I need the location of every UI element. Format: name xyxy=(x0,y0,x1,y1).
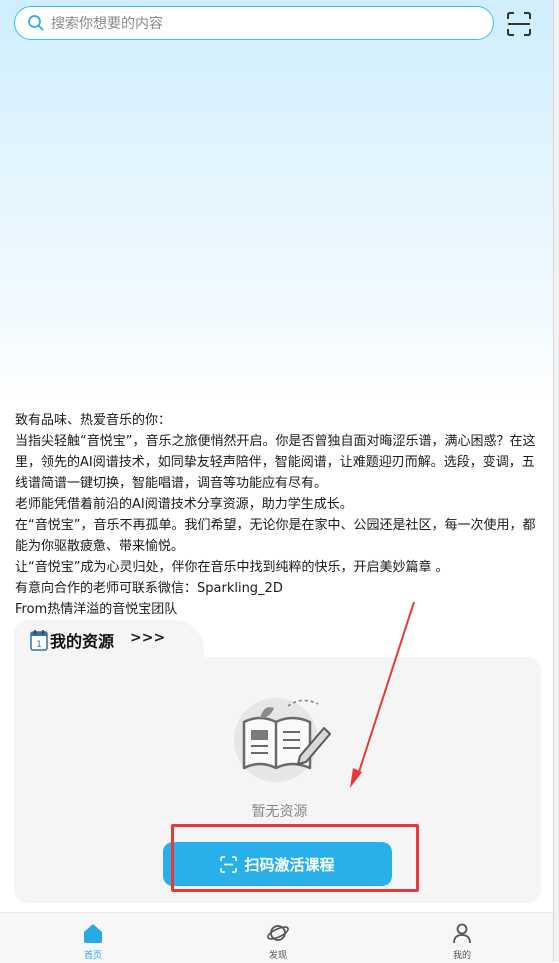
scan-icon[interactable] xyxy=(506,11,532,37)
intro-line: 当指尖轻触“音悦宝”，音乐之旅便悄然开启。你是否曾独自面对晦涩乐谱，满心困惑？在… xyxy=(15,434,536,491)
intro-line: 致有品味、热爱音乐的你： xyxy=(15,413,172,428)
intro-line: 让“音悦宝”成为心灵归处，伴你在音乐中找到纯粹的快乐，开启美妙篇章 。 xyxy=(15,560,449,575)
resources-more-link[interactable]: >>> xyxy=(130,630,165,646)
planet-icon xyxy=(267,925,289,941)
tab-mine[interactable]: 我的 xyxy=(422,913,502,963)
tab-home-label: 首页 xyxy=(83,951,102,961)
home-icon xyxy=(84,924,102,943)
tab-mine-label: 我的 xyxy=(452,951,471,961)
search-input[interactable] xyxy=(49,9,483,38)
resources-title: 我的资源 xyxy=(50,632,115,651)
search-bar[interactable] xyxy=(14,6,494,40)
tab-discover-label: 发现 xyxy=(268,951,287,961)
annotation-arrow xyxy=(350,601,415,788)
intro-line: From热情洋溢的音悦宝团队 xyxy=(15,602,178,617)
intro-text: 致有品味、热爱音乐的你： 当指尖轻触“音悦宝”，音乐之旅便悄然开启。你是否曾独自… xyxy=(15,410,545,620)
user-icon xyxy=(453,923,471,944)
annotation-highlight-box xyxy=(171,824,419,892)
empty-state-text: 暂无资源 xyxy=(251,804,308,820)
intro-line: 有意向合作的老师可联系微信：Sparkling_2D xyxy=(15,581,283,596)
intro-line: 在“音悦宝”，音乐不再孤单。我们希望，无论你是在家中、公园还是社区，每一次使用，… xyxy=(15,518,536,554)
svg-text:1: 1 xyxy=(36,640,42,650)
tab-discover[interactable]: 发现 xyxy=(238,913,318,963)
calendar-icon: 1 xyxy=(30,630,48,651)
search-icon xyxy=(28,15,44,31)
empty-book-icon xyxy=(234,698,331,782)
tab-home[interactable]: 首页 xyxy=(53,913,133,963)
intro-line: 老师能凭借着前沿的AI阅谱技术分享资源，助力学生成长。 xyxy=(15,497,353,512)
bottom-tab-bar: 首页 发现 我的 xyxy=(0,912,553,963)
